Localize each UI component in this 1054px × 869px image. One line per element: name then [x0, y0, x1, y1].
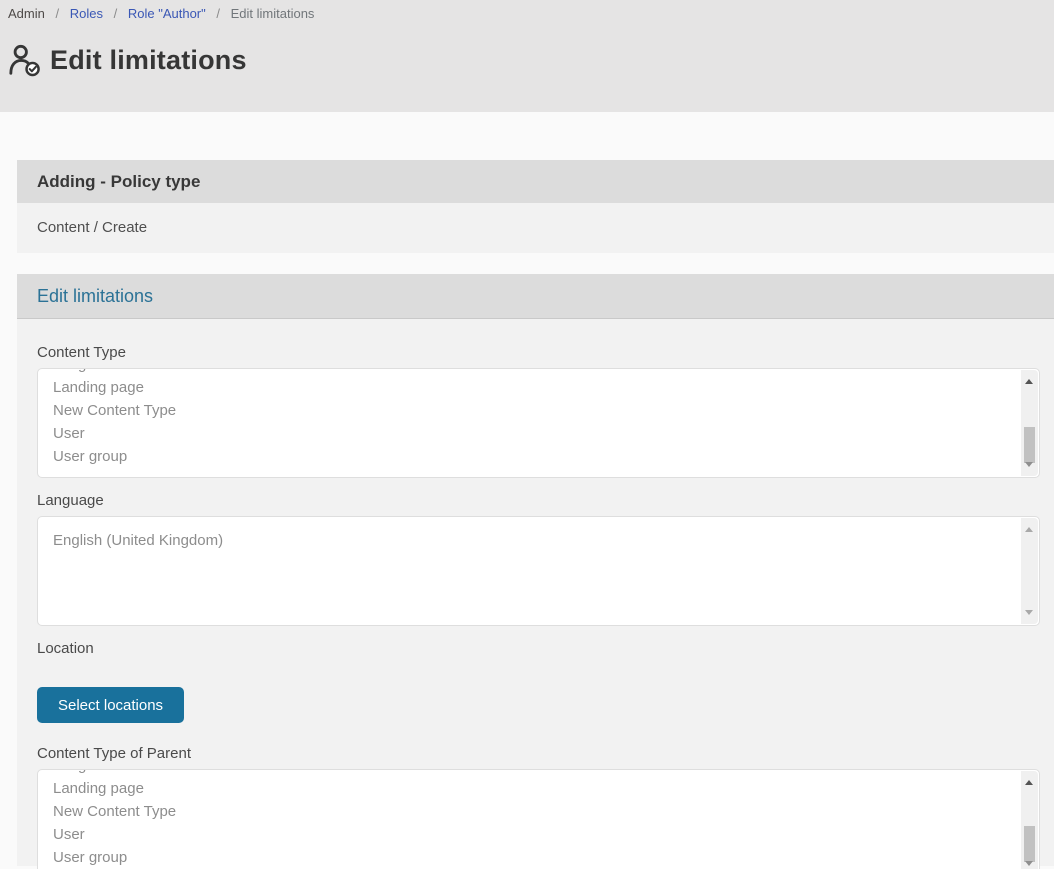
policy-type-heading: Adding - Policy type [37, 172, 200, 192]
content-type-of-parent-listbox[interactable]: ImageLanding pageNew Content TypeUserUse… [37, 769, 1040, 869]
language-options: English (United Kingdom) [38, 517, 1039, 552]
list-option[interactable]: User [53, 422, 1009, 445]
breadcrumb-item-admin: Admin [8, 6, 45, 21]
list-option[interactable]: Image [53, 769, 1009, 777]
language-scrollbar[interactable] [1021, 518, 1038, 624]
breadcrumb-separator: / [216, 6, 220, 21]
list-option[interactable]: New Content Type [53, 399, 1009, 422]
scroll-up-icon[interactable] [1025, 780, 1033, 785]
breadcrumb-separator: / [114, 6, 118, 21]
scrollbar-thumb[interactable] [1024, 427, 1035, 463]
user-check-icon [8, 43, 50, 77]
breadcrumb-item-roles[interactable]: Roles [70, 6, 103, 21]
edit-limitations-form: Content Type ImageLanding pageNew Conten… [17, 319, 1054, 866]
list-option[interactable]: User group [53, 445, 1009, 468]
scrollbar-thumb[interactable] [1024, 826, 1035, 862]
content-type-of-parent-options: ImageLanding pageNew Content TypeUserUse… [38, 769, 1039, 869]
scroll-down-icon[interactable] [1025, 861, 1033, 866]
content-type-scrollbar[interactable] [1021, 370, 1038, 476]
content-type-of-parent-label: Content Type of Parent [37, 745, 1040, 762]
list-option[interactable]: Landing page [53, 777, 1009, 800]
scroll-down-icon[interactable] [1025, 462, 1033, 467]
breadcrumb-item-edit-limitations: Edit limitations [231, 6, 315, 21]
policy-type-section-header: Adding - Policy type [17, 160, 1054, 203]
list-option[interactable]: User [53, 823, 1009, 846]
breadcrumb-separator: / [55, 6, 59, 21]
breadcrumb-item-role-author[interactable]: Role "Author" [128, 6, 206, 21]
page-title: Edit limitations [50, 45, 247, 76]
language-listbox[interactable]: English (United Kingdom) [37, 516, 1040, 626]
breadcrumb: Admin / Roles / Role "Author" / Edit lim… [8, 6, 1044, 21]
list-option[interactable]: English (United Kingdom) [53, 529, 1009, 552]
edit-limitations-heading: Edit limitations [37, 286, 153, 307]
edit-limitations-section-header: Edit limitations [17, 274, 1054, 319]
list-option[interactable]: User group [53, 846, 1009, 869]
scroll-up-icon[interactable] [1025, 527, 1033, 532]
location-label: Location [37, 640, 1040, 657]
scroll-up-icon[interactable] [1025, 379, 1033, 384]
content-type-listbox[interactable]: ImageLanding pageNew Content TypeUserUse… [37, 368, 1040, 478]
content-type-of-parent-scrollbar[interactable] [1021, 771, 1038, 869]
list-option[interactable]: Landing page [53, 376, 1009, 399]
list-option[interactable]: New Content Type [53, 800, 1009, 823]
select-locations-button[interactable]: Select locations [37, 687, 184, 723]
language-label: Language [37, 492, 1040, 509]
list-option[interactable]: Image [53, 368, 1009, 376]
page-header: Admin / Roles / Role "Author" / Edit lim… [0, 0, 1054, 112]
policy-type-section: Adding - Policy type Content / Create [17, 160, 1054, 253]
content-type-label: Content Type [37, 344, 1040, 361]
policy-type-section-body: Content / Create [17, 203, 1054, 253]
edit-limitations-section: Edit limitations Content Type ImageLandi… [17, 274, 1054, 866]
policy-type-value: Content / Create [37, 219, 147, 236]
content-type-options: ImageLanding pageNew Content TypeUserUse… [38, 368, 1039, 468]
scroll-down-icon[interactable] [1025, 610, 1033, 615]
